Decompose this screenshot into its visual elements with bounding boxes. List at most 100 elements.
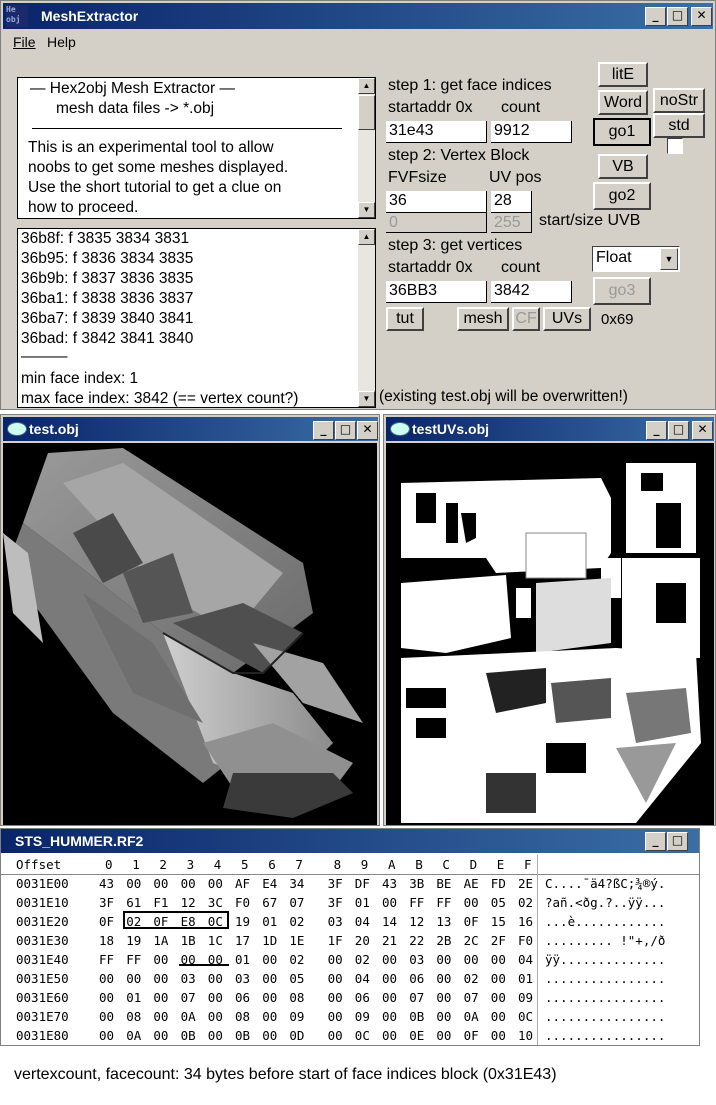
hex-byte[interactable]: FF [436,895,451,910]
hex-byte[interactable]: 16 [518,914,533,929]
hex-byte[interactable]: 0B [409,1009,424,1024]
hex-byte[interactable]: 00 [153,1028,168,1043]
minimize-button[interactable]: _ [645,7,666,26]
hex-byte[interactable]: 02 [355,952,370,967]
hex-byte[interactable]: 1D [262,933,277,948]
hex-byte[interactable]: 00 [153,876,168,891]
hex-byte[interactable]: 03 [235,971,250,986]
hex-byte[interactable]: 00 [262,1028,277,1043]
hex-byte[interactable]: 08 [289,990,304,1005]
test-obj-titlebar[interactable]: test.obj _ □ ✕ [3,417,378,441]
hex-byte[interactable]: 00 [328,952,343,967]
hex-byte[interactable]: 00 [153,971,168,986]
menu-file[interactable]: File [13,34,36,50]
hex-byte[interactable]: 08 [126,1009,141,1024]
hex-byte[interactable]: 00 [208,990,223,1005]
lite-button[interactable]: litE [598,62,648,87]
hex-byte[interactable]: E4 [262,876,277,891]
hex-byte[interactable]: 14 [382,914,397,929]
format-select[interactable]: Float ▼ [592,246,680,272]
hex-byte[interactable]: 0B [181,1028,196,1043]
hex-byte[interactable]: 00 [126,876,141,891]
hex-byte[interactable]: 3F [99,895,114,910]
hex-byte[interactable]: 3F [328,876,343,891]
hex-byte[interactable]: 06 [409,971,424,986]
hex-byte[interactable]: 05 [491,895,506,910]
maximize-button[interactable]: □ [667,7,688,26]
hex-byte[interactable]: 0A [464,1009,479,1024]
hex-byte[interactable]: 00 [153,990,168,1005]
hex-byte[interactable]: 00 [262,1009,277,1024]
hex-byte[interactable]: 0F [464,1028,479,1043]
hex-byte[interactable]: 07 [409,990,424,1005]
main-titlebar[interactable]: He obj MeshExtractor _ □ ✕ [3,3,713,29]
hex-byte[interactable]: 0C [355,1028,370,1043]
hex-byte[interactable]: 00 [328,1009,343,1024]
hex-byte[interactable]: F0 [235,895,250,910]
minimize-button[interactable]: _ [313,421,334,440]
hex-byte[interactable]: 00 [99,1009,114,1024]
hex-byte[interactable]: F1 [153,895,168,910]
hex-body[interactable]: 0031E00 43 00 00 00 00 AF E4 34 3F DF 43 3B BE AE FD 2E C… [1,876,699,1044]
scroll-up-arrow-icon[interactable]: ▲ [358,78,375,94]
hex-byte[interactable]: BE [436,876,451,891]
hex-byte[interactable]: 2C [464,933,479,948]
hex-byte[interactable]: 0B [235,1028,250,1043]
vb-button[interactable]: VB [598,154,648,179]
hex-byte[interactable]: 1A [153,933,168,948]
hex-byte[interactable]: 09 [355,1009,370,1024]
hex-byte[interactable]: 00 [491,1028,506,1043]
hex-byte[interactable]: 00 [382,1009,397,1024]
step1-startaddr-input[interactable]: 31e43 [386,121,487,143]
hex-byte[interactable]: 00 [464,952,479,967]
hex-byte[interactable]: 06 [235,990,250,1005]
uvs-button[interactable]: UVs [543,307,591,331]
word-button[interactable]: Word [598,90,648,115]
menu-help[interactable]: Help [47,34,76,50]
close-button[interactable]: ✕ [692,421,713,440]
hex-byte[interactable]: 01 [126,990,141,1005]
hex-byte[interactable]: 1E [289,933,304,948]
hex-byte[interactable]: 2F [491,933,506,948]
hex-byte[interactable]: 00 [208,1009,223,1024]
hex-byte[interactable]: 03 [181,971,196,986]
hex-byte[interactable]: 00 [382,990,397,1005]
hex-byte[interactable]: 09 [289,1009,304,1024]
hex-byte[interactable]: 00 [153,952,168,967]
hex-byte[interactable]: 00 [99,1028,114,1043]
hex-byte[interactable]: 19 [126,933,141,948]
hex-byte[interactable]: 07 [464,990,479,1005]
hex-byte[interactable]: 13 [436,914,451,929]
hex-byte[interactable]: 00 [126,971,141,986]
hex-byte[interactable]: AE [464,876,479,891]
close-button[interactable]: ✕ [691,7,712,26]
test-uvs-titlebar[interactable]: testUVs.obj _ □ ✕ [386,417,714,441]
hex-byte[interactable]: 02 [518,895,533,910]
hex-byte[interactable]: 04 [355,971,370,986]
nostr-button[interactable]: noStr [653,88,705,113]
hex-byte[interactable]: 00 [153,1009,168,1024]
hex-byte[interactable]: 01 [518,971,533,986]
maximize-button[interactable]: □ [668,421,689,440]
step2-fvf-input[interactable]: 36 [386,191,487,213]
mesh-3d-viewport[interactable] [3,443,377,825]
hex-byte[interactable]: F0 [518,933,533,948]
hex-byte[interactable]: 15 [491,914,506,929]
uv-viewport[interactable] [386,443,714,825]
hex-byte[interactable]: 0C [518,1009,533,1024]
hex-byte[interactable]: 01 [235,952,250,967]
hex-byte[interactable]: 00 [99,990,114,1005]
maximize-button[interactable]: □ [667,832,688,851]
hex-byte[interactable]: 00 [491,990,506,1005]
scroll-up-arrow-icon[interactable]: ▲ [358,229,375,245]
hex-byte[interactable]: 3B [409,876,424,891]
hex-byte[interactable]: 12 [181,895,196,910]
hex-byte[interactable]: 00 [262,971,277,986]
minimize-button[interactable]: _ [646,421,667,440]
hex-byte[interactable]: FD [491,876,506,891]
hex-byte[interactable]: 04 [518,952,533,967]
step2-uvpos-input[interactable]: 28 [491,191,532,213]
hex-byte[interactable]: FF [99,952,114,967]
hex-byte[interactable]: 01 [355,895,370,910]
std-button[interactable]: std [653,113,705,138]
